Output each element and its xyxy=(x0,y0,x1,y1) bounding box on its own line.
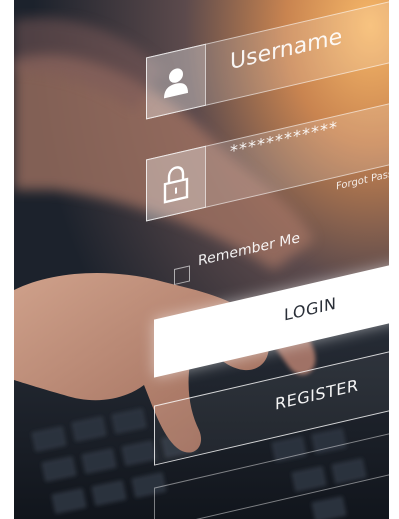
remember-me-label: Remember Me xyxy=(198,229,300,270)
login-photo: Username ************ Forgot Passw Remem… xyxy=(14,0,389,519)
username-icon-box xyxy=(146,43,206,120)
photo-stage: Username ************ Forgot Passw Remem… xyxy=(0,0,399,519)
padlock-icon xyxy=(163,166,189,204)
login-button-label: LOGIN xyxy=(284,293,337,325)
register-button-label: REGISTER xyxy=(275,375,359,414)
remember-me-checkbox[interactable] xyxy=(174,265,190,286)
holographic-login-form: Username ************ Forgot Passw Remem… xyxy=(14,0,389,519)
user-icon xyxy=(164,68,188,99)
password-icon-box xyxy=(146,145,206,222)
